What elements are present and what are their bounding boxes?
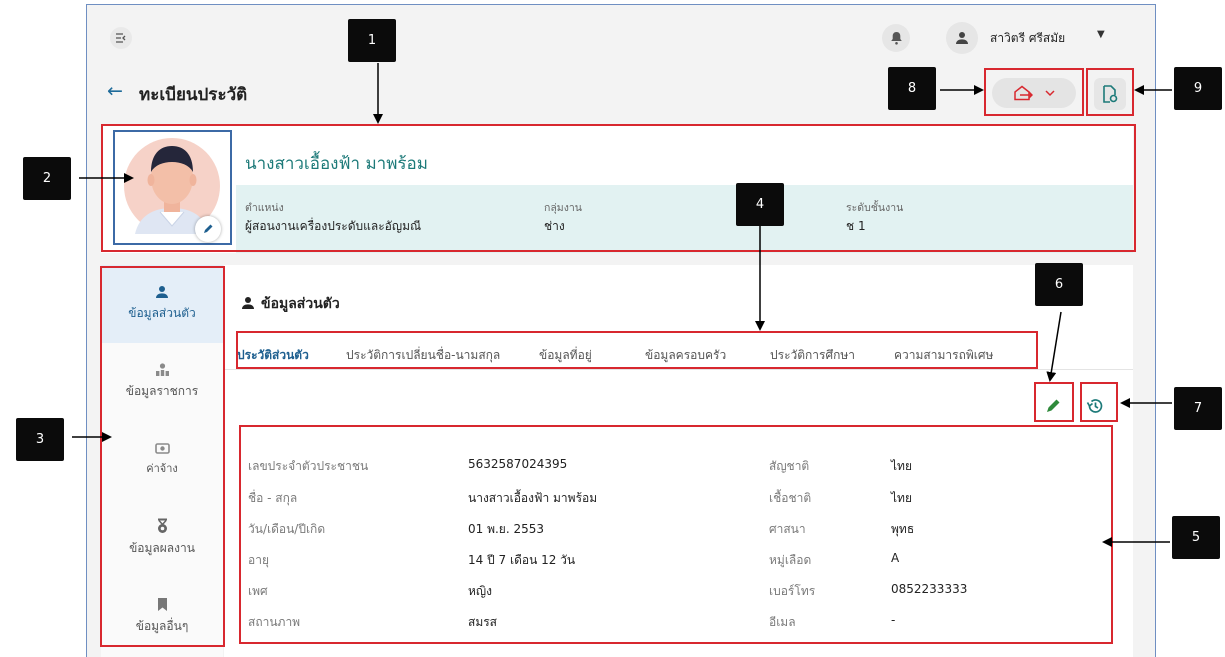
avatar-edit-button[interactable]: [195, 216, 221, 242]
pencil-icon: [1047, 399, 1060, 412]
callout-badge-6: 6: [1035, 263, 1083, 306]
chevron-down-icon: [1045, 89, 1055, 96]
history-icon: [1086, 399, 1103, 413]
ethnicity-value: ไทย: [891, 491, 912, 505]
birth-date-label: วัน/เดือน/ปีเกิด: [248, 522, 326, 536]
tab-divider: [224, 369, 1133, 370]
callout-badge-4: 4: [736, 183, 784, 226]
marital-status-value: สมรส: [468, 615, 498, 629]
email-value: -: [891, 613, 896, 627]
sidebar-item-label: ค่าจ้าง: [146, 462, 178, 475]
tab-special-skills[interactable]: ความสามารถพิเศษ: [894, 346, 993, 365]
sidebar-item-performance[interactable]: ข้อมูลผลงาน: [101, 499, 223, 577]
sidebar-item-label: ข้อมูลส่วนตัว: [128, 306, 196, 320]
sidebar-item-label: ข้อมูลอื่นๆ: [135, 618, 189, 633]
sidebar-item-personal[interactable]: ข้อมูลส่วนตัว: [101, 265, 223, 343]
callout-badge-8: 8: [888, 67, 936, 110]
bell-icon: [890, 32, 902, 45]
section-title: ข้อมูลส่วนตัว: [261, 296, 340, 312]
document-view-button[interactable]: [1094, 78, 1126, 110]
user-avatar-button[interactable]: [946, 22, 978, 54]
blood-type-label: หมู่เลือด: [769, 553, 812, 567]
org-icon: [155, 363, 169, 376]
sidebar: ข้อมูลส่วนตัว ข้อมูลราชการ ค่าจ้าง ข้อมู…: [101, 265, 223, 657]
work-group-value: ช่าง: [544, 219, 565, 233]
user-name[interactable]: สาวิตรี ศรีสมัย: [990, 29, 1065, 48]
history-button[interactable]: [1081, 392, 1109, 420]
phone-value: 0852233333: [891, 582, 968, 596]
back-arrow-icon[interactable]: ←: [107, 80, 123, 102]
profile-name: นางสาวเอื้องฟ้า มาพร้อม: [245, 154, 428, 174]
pencil-icon: [204, 224, 213, 233]
home-menu-button[interactable]: [992, 78, 1076, 108]
callout-badge-9: 9: [1174, 67, 1222, 110]
user-menu-caret-icon[interactable]: ▼: [1097, 29, 1105, 40]
sidebar-item-wages[interactable]: ค่าจ้าง: [101, 421, 223, 499]
tab-education[interactable]: ประวัติการศึกษา: [770, 346, 855, 365]
callout-badge-5: 5: [1172, 516, 1220, 559]
menu-collapse-button[interactable]: [110, 27, 132, 49]
page-title: ทะเบียนประวัติ: [139, 85, 248, 105]
blood-type-value: A: [891, 551, 900, 565]
callout-badge-2: 2: [23, 157, 71, 200]
position-label: ตำแหน่ง: [245, 202, 284, 214]
phone-label: เบอร์โทร: [769, 584, 816, 598]
person-icon: [156, 286, 168, 298]
user-icon: [956, 32, 968, 44]
person-icon: [242, 297, 254, 309]
position-value: ผู้สอนงานเครื่องประดับและอัญมณี: [245, 219, 422, 233]
money-icon: [154, 443, 170, 454]
birth-date-value: 01 พ.ย. 2553: [468, 522, 545, 536]
main-content: ข้อมูลส่วนตัว ประวัติส่วนตัว ประวัติการเ…: [224, 265, 1133, 657]
profile-header: นางสาวเอื้องฟ้า มาพร้อม ตำแหน่ง ผู้สอนงา…: [101, 125, 1133, 253]
app-window: สาวิตรี ศรีสมัย ▼ ← ทะเบียนประวัติ นางสา…: [86, 4, 1156, 657]
id-number-label: เลขประจำตัวประชาชน: [248, 459, 369, 473]
notification-button[interactable]: [882, 24, 910, 52]
menu-collapse-icon: [116, 33, 126, 43]
document-search-icon: [1103, 85, 1118, 103]
gender-value: หญิง: [468, 584, 492, 598]
annotated-screenshot: สาวิตรี ศรีสมัย ▼ ← ทะเบียนประวัติ นางสา…: [0, 0, 1225, 657]
avatar[interactable]: [113, 130, 232, 245]
full-name-label: ชื่อ - สกุล: [248, 491, 298, 505]
work-group-label: กลุ่มงาน: [544, 202, 582, 214]
callout-badge-3: 3: [16, 418, 64, 461]
sidebar-item-official[interactable]: ข้อมูลราชการ: [101, 343, 223, 421]
tab-address[interactable]: ข้อมูลที่อยู่: [539, 346, 592, 365]
callout-badge-1: 1: [348, 19, 396, 62]
callout-badge-7: 7: [1174, 387, 1222, 430]
sidebar-item-label: ข้อมูลราชการ: [125, 384, 199, 398]
tab-name-change-history[interactable]: ประวัติการเปลี่ยนชื่อ-นามสกุล: [346, 346, 500, 365]
gender-label: เพศ: [248, 584, 268, 598]
full-name-value: นางสาวเอื้องฟ้า มาพร้อม: [468, 491, 598, 505]
edit-button[interactable]: [1039, 392, 1067, 420]
marital-status-label: สถานภาพ: [248, 615, 301, 629]
sidebar-item-other[interactable]: ข้อมูลอื่นๆ: [101, 577, 223, 655]
tab-personal-history[interactable]: ประวัติส่วนตัว: [237, 346, 309, 365]
age-label: อายุ: [248, 553, 269, 567]
email-label: อีเมล: [769, 615, 796, 629]
age-value: 14 ปี 7 เดือน 12 วัน: [468, 553, 576, 567]
job-level-value: ช 1: [846, 219, 866, 233]
home-exit-icon: [1014, 85, 1033, 101]
bookmark-icon: [157, 597, 167, 611]
tab-family[interactable]: ข้อมูลครอบครัว: [645, 346, 726, 365]
sidebar-item-label: ข้อมูลผลงาน: [129, 541, 195, 555]
job-level-label: ระดับชั้นงาน: [846, 202, 904, 214]
nationality-label: สัญชาติ: [769, 459, 810, 473]
religion-value: พุทธ: [891, 522, 915, 536]
id-number-value: 5632587024395: [468, 457, 568, 471]
nationality-value: ไทย: [891, 459, 912, 473]
religion-label: ศาสนา: [769, 522, 806, 536]
medal-icon: [157, 518, 167, 533]
ethnicity-label: เชื้อชาติ: [769, 491, 812, 505]
